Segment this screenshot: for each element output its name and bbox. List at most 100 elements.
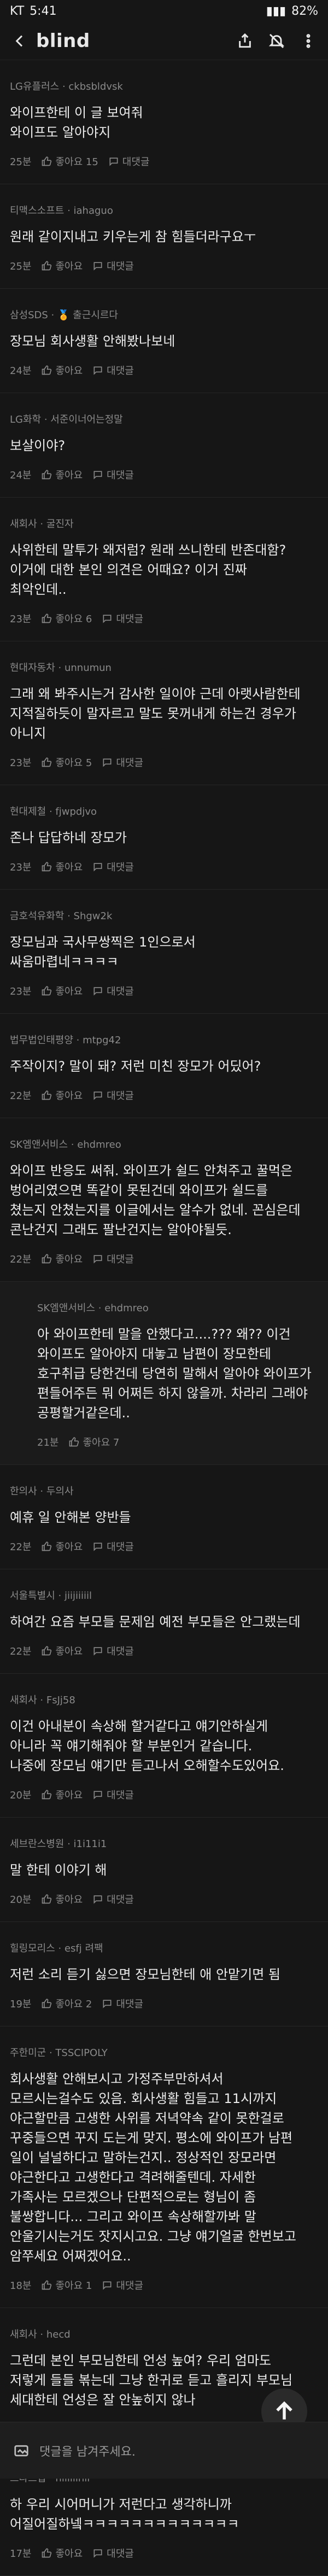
comment-item: LG화학 · 서준이너어는정말 보살이야? 24분 좋아요 대댓글 <box>0 393 328 498</box>
status-left: KT 5:41 <box>10 4 57 18</box>
image-attach-icon[interactable] <box>13 2443 30 2459</box>
comment-meta: 새회사 · hecd <box>10 2327 318 2341</box>
like-count: 좋아요 <box>55 261 83 272</box>
reply-button[interactable]: 대댓글 <box>92 984 134 998</box>
reply-button[interactable]: 대댓글 <box>92 1892 134 1906</box>
like-count: 좋아요 <box>55 2548 83 2560</box>
back-icon[interactable] <box>10 31 30 51</box>
comment-actions: 23분 좋아요 대댓글 <box>10 984 318 998</box>
signal-icon: ▮▮▮ <box>266 4 286 18</box>
like-button[interactable]: 좋아요 <box>41 1252 83 1266</box>
reply-icon <box>93 1091 102 1100</box>
comment-input[interactable]: 댓글을 남겨주세요. <box>39 2442 315 2460</box>
comment-time: 24분 <box>10 470 32 481</box>
comment-actions: 19분 좋아요 2 대댓글 <box>10 1996 318 2011</box>
comment-item: 주한미군 · TSSCIPOLY 회사생활 안해보시고 가정주부만하셔서 모르시… <box>0 2026 328 2308</box>
comment-author: 법무법인태평양 · mtpg42 <box>10 1035 121 1046</box>
comment-meta: 새회사 · 굴진자 <box>10 516 318 530</box>
reply-button[interactable]: 대댓글 <box>92 1539 134 1553</box>
reply-icon <box>93 987 102 996</box>
comment-author: LG화학 · 서준이너어는정말 <box>10 414 123 425</box>
comment-text: 장모님 회사생활 안해봤나보네 <box>10 334 175 349</box>
thumb-up-icon <box>42 1999 52 2008</box>
reply-button[interactable]: 대댓글 <box>92 1788 134 1802</box>
thumb-up-icon <box>42 614 52 623</box>
like-button[interactable]: 좋아요 <box>41 1088 83 1102</box>
like-button[interactable]: 좋아요 <box>41 1539 83 1553</box>
like-button[interactable]: 좋아요 <box>41 1892 83 1906</box>
like-count: 좋아요 6 <box>55 614 92 625</box>
comment-actions: 23분 좋아요 대댓글 <box>10 860 318 874</box>
comment-time: 23분 <box>10 986 32 997</box>
like-button[interactable]: 좋아요 <box>41 1644 83 1658</box>
comment-item: 새회사 · 굴진자 사위한테 말투가 왜저럼? 원래 쓰니한테 반존대함? 이거… <box>0 498 328 641</box>
reply-button[interactable]: 대댓글 <box>92 1252 134 1266</box>
comment-time: 23분 <box>10 614 32 625</box>
like-button[interactable]: 좋아요 <box>41 259 83 273</box>
comment-author: 세브란스병원 · i1i11i1 <box>10 1838 107 1850</box>
reply-icon <box>93 1647 102 1656</box>
reply-button[interactable]: 대댓글 <box>102 755 143 769</box>
reply-icon <box>93 863 102 872</box>
reply-label: 대댓글 <box>107 365 134 377</box>
notification-off-icon[interactable] <box>267 31 286 51</box>
comment-item: 삼성SDS · 🏅 출근시르다 장모님 회사생활 안해봤나보네 24분 좋아요 … <box>0 289 328 393</box>
comment-time: 18분 <box>10 2280 32 2292</box>
comment-author: SK엠앤서비스 · ehdmreo <box>10 1139 121 1150</box>
like-count: 좋아요 <box>55 1090 83 1102</box>
comment-actions: 17분 좋아요 대댓글 <box>10 2546 318 2560</box>
like-button[interactable]: 좋아요 7 <box>68 1435 119 1449</box>
like-button[interactable]: 좋아요 <box>41 984 83 998</box>
reply-button[interactable]: 대댓글 <box>92 363 134 377</box>
reply-label: 대댓글 <box>116 614 144 625</box>
comment-text: 말 한테 이야기 해 <box>10 1862 107 1878</box>
like-count: 좋아요 <box>55 986 83 997</box>
comment-item: 금호석유화학 · Shgw2k 장모님과 국사무쌍찍은 1인으로서 싸움마렵네ㅋ… <box>0 890 328 1014</box>
like-button[interactable]: 좋아요 <box>41 2546 83 2560</box>
reply-button[interactable]: 대댓글 <box>92 1088 134 1102</box>
like-button[interactable]: 좋아요 <box>41 363 83 377</box>
reply-button[interactable]: 대댓글 <box>102 2278 143 2292</box>
reply-button[interactable]: 대댓글 <box>92 860 134 874</box>
reply-button[interactable]: 대댓글 <box>92 2546 134 2560</box>
reply-button[interactable]: 대댓글 <box>108 154 149 168</box>
comment-author: 힐링모리스 · esfj 려팩 <box>10 1943 103 1954</box>
like-button[interactable]: 좋아요 <box>41 1788 83 1802</box>
carrier: KT <box>10 4 25 18</box>
comment-author: SK엠앤서비스 · ehdmreo <box>37 1302 149 1314</box>
like-count: 좋아요 2 <box>55 1999 92 2010</box>
like-button[interactable]: 좋아요 6 <box>41 611 92 626</box>
top-bar: blind <box>0 22 328 60</box>
like-count: 좋아요 <box>55 1541 83 1553</box>
reply-button[interactable]: 대댓글 <box>92 259 134 273</box>
comment-item: LG유플러스 · ckbsbldvsk 와이프한테 이 글 보여줘 와이프도 알… <box>0 60 328 184</box>
reply-icon <box>93 1791 102 1800</box>
like-count: 좋아요 <box>55 1894 83 1906</box>
like-button[interactable]: 좋아요 15 <box>41 154 98 168</box>
reply-label: 대댓글 <box>116 1999 144 2010</box>
like-button[interactable]: 좋아요 2 <box>41 1996 92 2011</box>
comment-meta: LG유플러스 · ckbsbldvsk <box>10 79 318 93</box>
share-icon[interactable] <box>235 31 255 51</box>
comment-text: 원래 같이지내고 키우는게 참 힘들더라구요ㅜ <box>10 229 256 244</box>
comment-time: 25분 <box>10 156 32 168</box>
reply-button[interactable]: 대댓글 <box>92 468 134 482</box>
comment-meta: 힐링모리스 · esfj 려팩 <box>10 1941 318 1955</box>
reply-button[interactable]: 대댓글 <box>102 1996 143 2011</box>
reply-button[interactable]: 대댓글 <box>92 1644 134 1658</box>
thumb-up-icon <box>42 470 52 480</box>
reply-icon <box>109 157 118 166</box>
like-button[interactable]: 좋아요 1 <box>41 2278 92 2292</box>
like-button[interactable]: 좋아요 <box>41 468 83 482</box>
more-icon[interactable] <box>298 31 318 51</box>
reply-button[interactable]: 대댓글 <box>102 611 143 626</box>
like-button[interactable]: 좋아요 5 <box>41 755 92 769</box>
reply-icon <box>103 758 112 767</box>
comment-text: 그래 왜 봐주시는거 감사한 일이야 근데 아랫사람한테 지적질하듯이 말자르고… <box>10 686 301 741</box>
comment-actions: 24분 좋아요 대댓글 <box>10 363 318 377</box>
like-button[interactable]: 좋아요 <box>41 860 83 874</box>
reply-label: 대댓글 <box>107 1541 134 1553</box>
reply-label: 대댓글 <box>116 757 144 769</box>
comment-item: 힐링모리스 · esfj 려팩 저런 소리 듣기 싫으면 장모님한테 애 안맡기… <box>0 1922 328 2026</box>
comment-time: 23분 <box>10 757 32 769</box>
